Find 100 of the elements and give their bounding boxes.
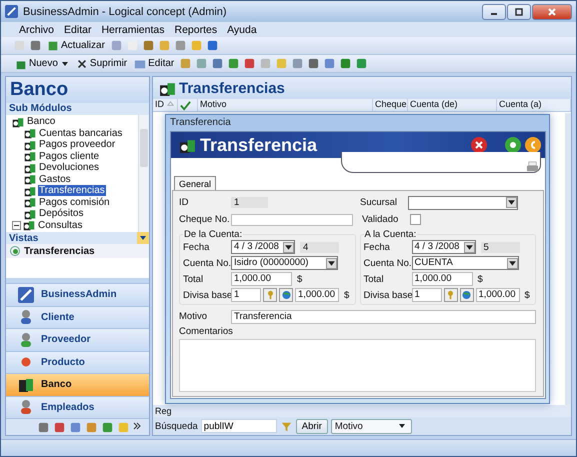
globe-icon [282, 290, 290, 300]
globe-button[interactable] [279, 288, 293, 302]
tree-item[interactable]: Devoluciones [6, 162, 138, 174]
column-header[interactable]: Cheque [373, 99, 408, 111]
panel-title: Banco [6, 77, 149, 103]
globe-button[interactable] [460, 288, 474, 302]
dropdown-arrow-icon[interactable] [398, 422, 406, 430]
edit-button[interactable]: Editar [132, 58, 176, 70]
tree-item[interactable]: Gastos [6, 174, 138, 185]
maximize-icon [514, 6, 524, 16]
toolbar-icon[interactable] [243, 57, 256, 70]
key-button[interactable] [263, 288, 277, 302]
tree-item[interactable]: Pagos cliente [6, 150, 138, 162]
close-button[interactable] [532, 4, 572, 20]
toolbar-icon[interactable] [206, 39, 219, 52]
branch-dropdown[interactable] [408, 196, 518, 210]
menu-item[interactable]: Archivo [15, 24, 58, 36]
refresh-button[interactable]: Actualizar [45, 40, 107, 52]
scrollbar[interactable] [138, 115, 149, 232]
column-header[interactable]: ID [153, 99, 178, 111]
more-icon[interactable] [133, 422, 141, 432]
currency-field[interactable]: 1 [231, 288, 261, 302]
person-icon [18, 399, 34, 416]
dropdown-arrow-icon[interactable] [60, 60, 69, 68]
field-label: Comentarios [179, 326, 234, 337]
toolbar-icon[interactable] [195, 57, 208, 70]
module-button[interactable]: Empleados [6, 396, 149, 418]
tree-item[interactable]: Pagos proveedor [6, 139, 138, 150]
field-label: Motivo [179, 311, 208, 322]
reason-field[interactable]: Transferencia [231, 310, 536, 324]
tree-item[interactable]: Consultas [6, 220, 138, 231]
menu-item[interactable]: Ayuda [223, 24, 261, 36]
toolbar-icon[interactable] [307, 57, 320, 70]
cheque-field[interactable] [231, 214, 353, 226]
currency-field[interactable]: 1 [412, 288, 442, 302]
toolbar-icon[interactable] [101, 420, 114, 434]
close-icon[interactable] [471, 137, 487, 153]
scrollbar[interactable] [565, 113, 571, 405]
tree-item[interactable]: Depósitos [6, 208, 138, 220]
module-button[interactable]: BusinessAdmin [6, 283, 149, 306]
toolbar-icon[interactable] [211, 57, 224, 70]
module-button[interactable]: Banco [6, 373, 149, 396]
total-field[interactable]: 1,000.00 [231, 272, 292, 286]
toolbar-icon[interactable] [53, 420, 66, 434]
menu-item[interactable]: Editar [60, 24, 96, 36]
key-button[interactable] [444, 288, 458, 302]
dropdown-arrow-icon[interactable] [464, 242, 474, 252]
menu-item[interactable]: Reportes [170, 24, 222, 36]
printer-icon[interactable] [526, 161, 539, 174]
toolbar-icon[interactable] [85, 420, 98, 434]
toolbar-icon[interactable] [227, 57, 240, 70]
converted-field[interactable]: 1,000.00 [295, 288, 339, 302]
tab[interactable]: General [174, 176, 216, 190]
converted-field[interactable]: 1,000.00 [476, 288, 520, 302]
checkbox[interactable] [410, 214, 421, 225]
minimize-button[interactable] [482, 4, 506, 20]
dropdown-arrow-icon[interactable] [506, 197, 517, 208]
toolbar-icon[interactable] [69, 420, 82, 434]
new-button[interactable]: Nuevo [13, 58, 71, 70]
comments-field[interactable] [179, 339, 536, 392]
banner-title: Transferencia [200, 134, 318, 156]
total-field[interactable]: 1,000.00 [412, 272, 472, 286]
tree-item[interactable]: Cuentas bancarias [6, 128, 138, 139]
column-header[interactable] [178, 99, 198, 111]
splitter-handle[interactable] [6, 278, 149, 283]
view-item[interactable]: Transferencias [6, 244, 149, 258]
tree-item[interactable]: Pagos comisión [6, 196, 138, 208]
toolbar-icon[interactable] [37, 420, 50, 434]
toolbar-icon[interactable] [142, 39, 155, 52]
toolbar-icon[interactable] [323, 57, 336, 70]
search-field[interactable]: publIW [200, 419, 277, 433]
tree-item[interactable]: Banco [6, 116, 138, 128]
toolbar-icon[interactable] [179, 57, 192, 70]
field-label: Cheque No. [179, 214, 231, 225]
toolbar-icon[interactable] [110, 39, 123, 52]
open-button[interactable]: Abrir [296, 418, 328, 434]
toolbar-icon[interactable] [29, 39, 42, 52]
column-header[interactable]: Motivo [198, 99, 373, 111]
column-header[interactable]: Cuenta (de) [408, 99, 497, 111]
account-dropdown[interactable]: Isidro (00000000) [231, 256, 338, 270]
dropdown-arrow-icon[interactable] [506, 258, 518, 268]
delete-button[interactable]: Suprimir [74, 58, 130, 70]
dropdown-arrow-icon[interactable] [283, 242, 294, 252]
collapse-icon[interactable] [12, 220, 21, 230]
module-button[interactable]: Proveedor [6, 328, 149, 350]
maximize-button[interactable] [507, 4, 531, 20]
module-button[interactable]: Producto [6, 350, 149, 373]
account-dropdown[interactable]: CUENTA [412, 256, 518, 270]
dropdown-arrow-icon[interactable] [326, 258, 337, 268]
module-button[interactable]: Cliente [6, 306, 149, 328]
field-dropdown[interactable]: Motivo [330, 418, 412, 434]
date-picker[interactable]: 4 / 3 /2008 [412, 240, 476, 254]
menu-item[interactable]: Herramientas [97, 24, 168, 36]
toolbar-icon[interactable] [339, 57, 352, 70]
column-header[interactable]: Cuenta (a) [497, 99, 571, 111]
id-field: 1 [231, 197, 268, 208]
toolbar-icon[interactable] [291, 57, 304, 70]
date-picker[interactable]: 4 / 3 /2008 [231, 240, 295, 254]
toolbar-icon[interactable] [174, 39, 187, 52]
toolbar-icon[interactable] [355, 57, 368, 70]
